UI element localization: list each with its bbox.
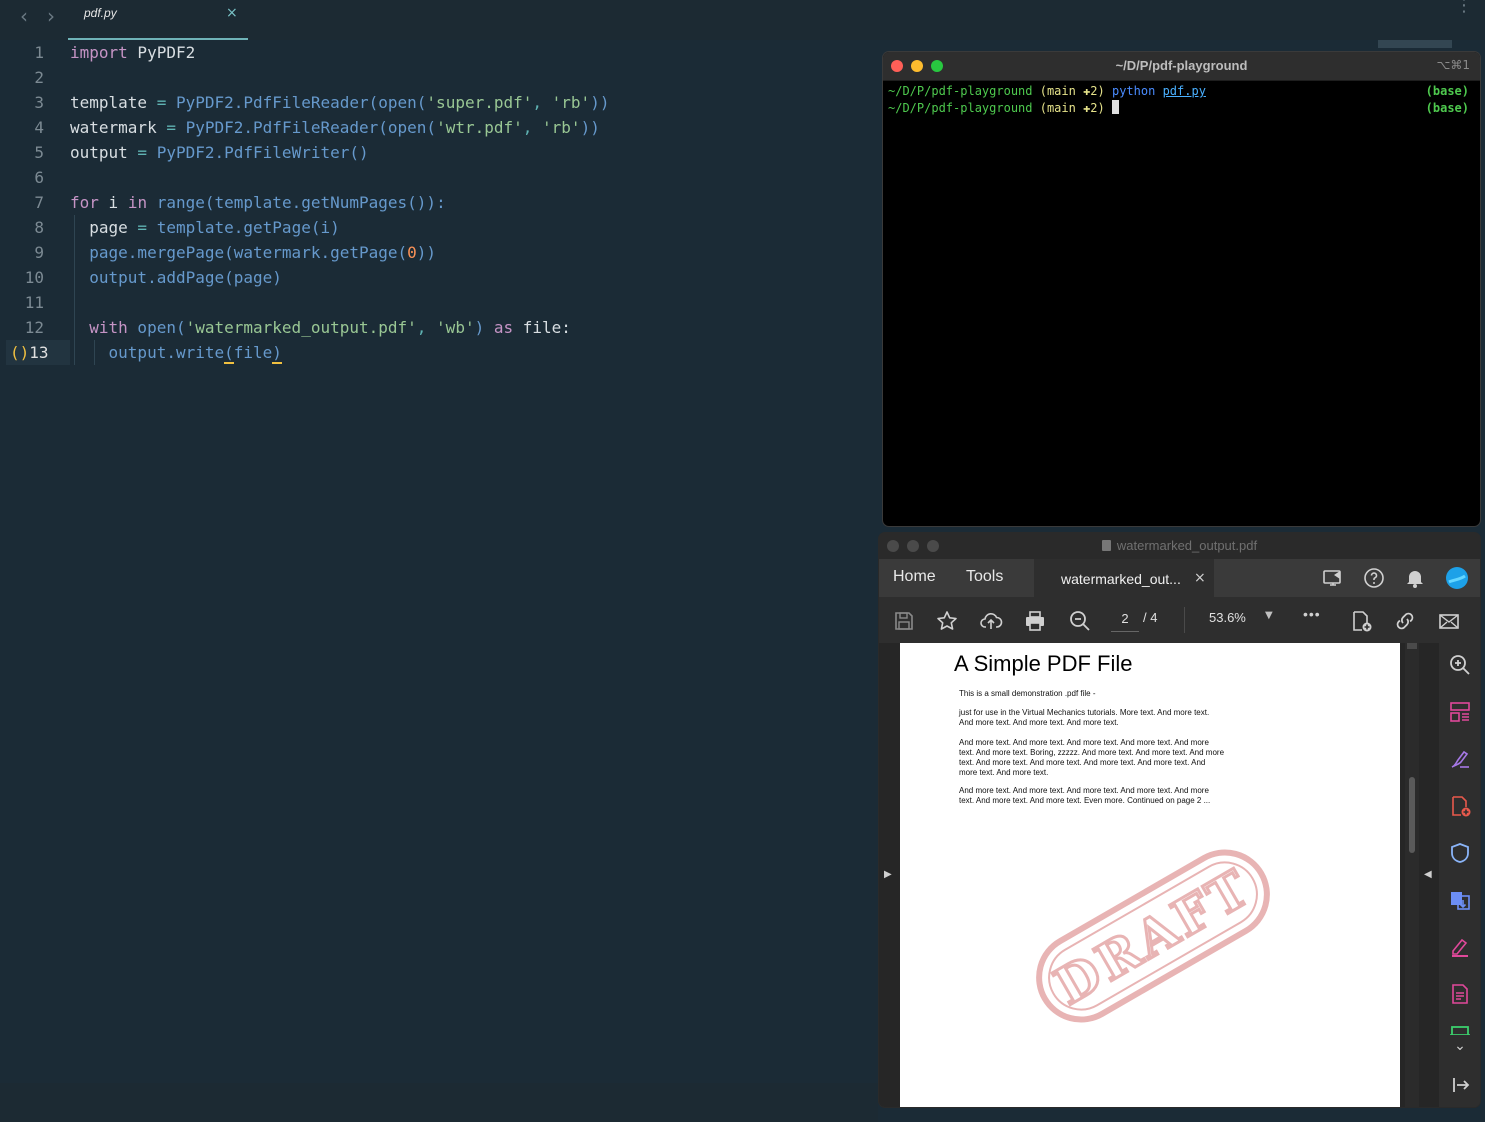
vertical-scrollbar[interactable] — [1405, 643, 1419, 1107]
conda-env-badge: (base) — [1425, 101, 1469, 115]
document-paragraph: And more text. And more text. And more t… — [959, 738, 1225, 777]
expand-left-panel-icon[interactable]: ▶ — [884, 869, 892, 880]
code-editor[interactable]: 1 2 3 4 5 6 7 8 9 10 11 12 ()13 import P… — [6, 40, 878, 1083]
status-bar — [0, 1083, 878, 1122]
tab-document[interactable]: watermarked_out... × — [1034, 559, 1214, 597]
code-line-4: watermark = PyPDF2.PdfFileReader(open('w… — [70, 118, 600, 137]
code-line-7: for i in range(template.getNumPages()): — [70, 193, 446, 212]
terminal-titlebar[interactable]: ~/D/P/pdf-playground ⌥⌘1 — [883, 52, 1480, 81]
help-icon[interactable] — [1362, 566, 1386, 590]
account-avatar[interactable] — [1445, 566, 1469, 590]
code-line-10: output.addPage(page) — [70, 268, 282, 287]
collapse-right-panel-icon[interactable]: ◀ — [1424, 869, 1432, 880]
collapse-panel-icon[interactable] — [1448, 1073, 1472, 1097]
bracket-match-indicator: () — [10, 343, 30, 362]
export-pdf-icon[interactable] — [1448, 888, 1472, 912]
edit-pdf-icon[interactable] — [1448, 982, 1472, 1006]
line-number: 13 — [29, 343, 49, 362]
more-tools-icon[interactable]: ••• — [1303, 606, 1327, 630]
tab-tools[interactable]: Tools — [966, 568, 1003, 586]
zoom-level[interactable]: 53.6% — [1209, 610, 1246, 625]
line-number: 2 — [34, 68, 44, 87]
line-number: 7 — [34, 193, 44, 212]
code-line-1: import PyPDF2 — [70, 43, 196, 62]
code-line-12: with open('watermarked_output.pdf', 'wb'… — [70, 318, 571, 337]
line-number: 4 — [34, 118, 44, 137]
code-line-3: template = PyPDF2.PdfFileReader(open('su… — [70, 93, 610, 112]
document-tab-label: watermarked_out... — [1061, 571, 1181, 587]
svg-text:DRAFT: DRAFT — [1045, 857, 1262, 1016]
minimap[interactable] — [1378, 40, 1452, 48]
code-line-5: output = PyPDF2.PdfFileWriter() — [70, 143, 369, 162]
line-number: 12 — [24, 318, 44, 337]
document-paragraph: And more text. And more text. And more t… — [959, 786, 1211, 805]
create-pdf-icon[interactable] — [1349, 609, 1373, 633]
document-icon — [1101, 540, 1111, 551]
line-number: 10 — [24, 268, 44, 287]
page-total: / 4 — [1143, 610, 1158, 625]
scan-ocr-icon[interactable] — [1448, 1023, 1472, 1035]
draft-watermark-stamp: DRAFT — [1036, 849, 1270, 1023]
email-icon[interactable] — [1437, 609, 1461, 633]
save-icon[interactable] — [892, 609, 916, 633]
terminal-prompt-line[interactable]: ~/D/P/pdf-playground (main ✚2) — [888, 100, 1119, 117]
pdf-toolbar: 2 / 4 53.6% ▼ ••• — [879, 597, 1480, 644]
editor-tab-bar: ‹ › pdf.py × ⋮ — [0, 0, 1485, 40]
tab-pdf-py[interactable]: pdf.py × — [68, 0, 248, 40]
print-icon[interactable] — [1023, 609, 1047, 633]
line-number: 11 — [24, 293, 44, 312]
pdf-viewer-window[interactable]: watermarked_output.pdf Home Tools waterm… — [879, 533, 1480, 1107]
pdf-titlebar[interactable]: watermarked_output.pdf — [879, 533, 1480, 559]
fill-sign-icon[interactable] — [1448, 747, 1472, 771]
tab-home[interactable]: Home — [893, 568, 936, 586]
tab-label: pdf.py — [84, 6, 117, 20]
line-number: 1 — [34, 43, 44, 62]
comment-highlight-icon[interactable] — [1448, 935, 1472, 959]
document-heading: A Simple PDF File — [954, 651, 1133, 676]
back-arrow-icon[interactable]: ‹ — [20, 4, 28, 28]
code-line-8: page = template.getPage(i) — [70, 218, 340, 237]
terminal-line: ~/D/P/pdf-playground (main ✚2) python pd… — [888, 84, 1206, 98]
line-number: 3 — [34, 93, 44, 112]
document-paragraph: This is a small demonstration .pdf file … — [959, 689, 1096, 698]
organize-pages-icon[interactable] — [1448, 700, 1472, 724]
conda-env-badge: (base) — [1425, 84, 1469, 98]
pdf-window-title: watermarked_output.pdf — [879, 538, 1480, 553]
more-menu-icon[interactable]: ⋮ — [1455, 0, 1473, 15]
code-line-9: page.mergePage(watermark.getPage(0)) — [70, 243, 437, 262]
close-icon[interactable]: × — [1194, 570, 1206, 586]
scrollbar-thumb[interactable] — [1409, 777, 1415, 853]
active-line-number: ()13 — [6, 340, 68, 365]
zoom-in-icon[interactable] — [1448, 653, 1472, 677]
line-number: 6 — [34, 168, 44, 187]
terminal-window[interactable]: ~/D/P/pdf-playground ⌥⌘1 ~/D/P/pdf-playg… — [883, 52, 1480, 526]
notifications-bell-icon[interactable] — [1403, 566, 1427, 590]
toolbar-divider — [1184, 607, 1185, 633]
cloud-upload-icon[interactable] — [979, 609, 1003, 633]
pdf-tab-bar: Home Tools watermarked_out... × — [879, 559, 1480, 597]
zoom-out-icon[interactable] — [1068, 609, 1092, 633]
close-icon[interactable]: × — [226, 5, 238, 21]
text-cursor — [1111, 100, 1119, 114]
code-line-13: output.write(file) — [70, 343, 282, 364]
line-number: 9 — [34, 243, 44, 262]
protect-shield-icon[interactable] — [1448, 841, 1472, 865]
bookmark-star-icon[interactable] — [935, 609, 959, 633]
screen-share-icon[interactable] — [1321, 566, 1345, 590]
tools-side-panel: ⌄ — [1439, 643, 1480, 1107]
page-number-input[interactable]: 2 — [1111, 607, 1139, 632]
document-paragraph: just for use in the Virtual Mechanics tu… — [959, 708, 1210, 727]
chevron-down-icon[interactable]: ▼ — [1265, 610, 1273, 621]
line-number: 5 — [34, 143, 44, 162]
share-link-icon[interactable] — [1393, 609, 1417, 633]
scroll-top-marker — [1407, 643, 1417, 649]
line-number: 8 — [34, 218, 44, 237]
terminal-shortcut: ⌥⌘1 — [1436, 58, 1470, 72]
forward-arrow-icon[interactable]: › — [47, 4, 55, 28]
create-pdf-icon[interactable] — [1448, 794, 1472, 818]
chevron-down-icon[interactable]: ⌄ — [1448, 1038, 1472, 1062]
terminal-title: ~/D/P/pdf-playground — [1115, 58, 1248, 73]
pdf-document-area[interactable]: ▶ A Simple PDF File This is a small demo… — [879, 643, 1439, 1107]
pdf-page: A Simple PDF File This is a small demons… — [900, 643, 1400, 1107]
